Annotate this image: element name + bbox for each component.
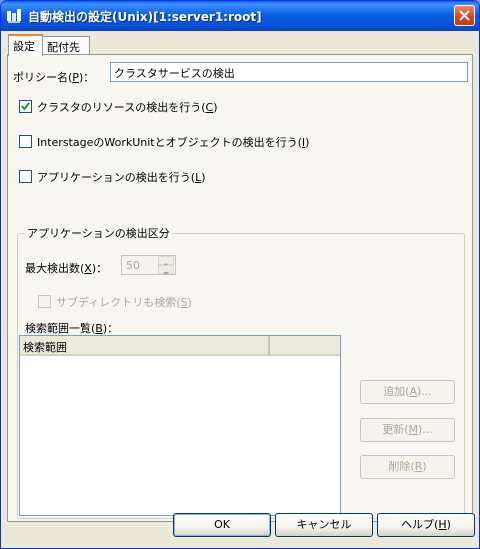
max-detect-spinner[interactable]: 50 (121, 255, 176, 275)
policy-name-label: ポリシー名(P)： (13, 71, 95, 84)
policy-name-input[interactable]: クラスタサービスの検出 (110, 62, 468, 82)
subdir-search-checkbox[interactable] (38, 295, 51, 308)
column-header-empty (270, 336, 340, 356)
search-range-list[interactable]: 検索範囲 (19, 335, 341, 516)
delete-button[interactable]: 削除(R) (360, 455, 455, 479)
dialog-window: 自動検出の設定(Unix)[1:server1:root] 設定 配付先 ポリシ… (0, 0, 480, 549)
cluster-detect-checkbox[interactable] (19, 100, 32, 113)
max-detect-label: 最大検出数(X)： (25, 262, 108, 275)
group-title: アプリケーションの検出区分 (25, 225, 172, 241)
max-detect-value: 50 (126, 259, 140, 272)
cancel-button[interactable]: キャンセル (275, 513, 373, 537)
interstage-detect-label[interactable]: InterstageのWorkUnitとオブジェクトの検出を行う(I) (37, 134, 309, 150)
dialog-client: 設定 配付先 ポリシー名(P)： クラスタサービスの検出 クラスタのリソースの検… (4, 31, 476, 545)
search-range-label: 検索範囲一覧(B)： (25, 322, 119, 335)
help-button[interactable]: ヘルプ(H) (377, 513, 475, 537)
app-icon (6, 8, 22, 24)
settings-panel: ポリシー名(P)： クラスタサービスの検出 クラスタのリソースの検出を行う(C)… (7, 54, 473, 522)
close-button[interactable] (454, 5, 475, 26)
column-header-label: 検索範囲 (23, 341, 67, 354)
close-icon (459, 10, 470, 21)
tab-distribution-label: 配付先 (47, 41, 80, 54)
checkmark-icon (21, 102, 30, 111)
add-button[interactable]: 追加(A)... (360, 380, 455, 404)
application-detect-label[interactable]: アプリケーションの検出を行う(L) (37, 169, 206, 185)
tab-settings-label: 設定 (13, 40, 35, 53)
policy-name-value: クラスタサービスの検出 (114, 67, 235, 80)
spin-down-button[interactable] (158, 265, 174, 275)
tab-settings[interactable]: 設定 (8, 34, 43, 56)
application-detect-checkbox[interactable] (19, 170, 32, 183)
spin-down-icon (163, 272, 169, 275)
subdir-search-label[interactable]: サブディレクトリも検索(S) (56, 294, 192, 310)
tab-distribution[interactable]: 配付先 (42, 36, 90, 56)
spin-up-button[interactable] (158, 256, 174, 266)
column-header-search-range[interactable]: 検索範囲 (20, 336, 270, 356)
update-button[interactable]: 更新(M)... (360, 418, 455, 442)
ok-button[interactable]: OK (173, 513, 271, 537)
cluster-detect-label[interactable]: クラスタのリソースの検出を行う(C) (37, 99, 218, 115)
title-bar[interactable]: 自動検出の設定(Unix)[1:server1:root] (1, 1, 479, 31)
window-title: 自動検出の設定(Unix)[1:server1:root] (28, 10, 262, 24)
interstage-detect-checkbox[interactable] (19, 135, 32, 148)
